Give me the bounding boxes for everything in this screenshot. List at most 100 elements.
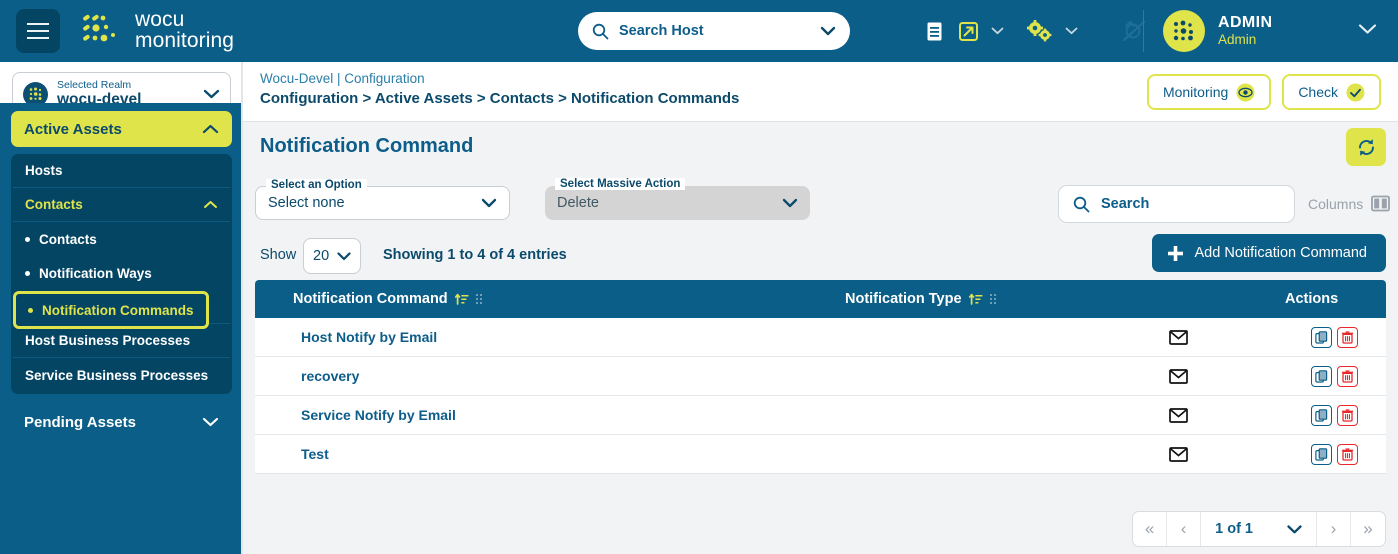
chevron-down-icon[interactable] — [820, 26, 836, 36]
select-massive-action-dropdown[interactable]: Select Massive Action Delete — [545, 178, 810, 220]
search-placeholder: Search — [1101, 196, 1150, 212]
delete-icon[interactable] — [1337, 326, 1358, 348]
copy-icon[interactable] — [1311, 443, 1332, 465]
bullet-icon — [25, 236, 30, 242]
user-name: ADMIN — [1218, 14, 1273, 32]
copy-icon[interactable] — [1311, 404, 1332, 426]
chevron-up-icon — [204, 201, 217, 208]
delete-icon[interactable] — [1337, 365, 1358, 387]
realm-chevron-down-icon[interactable] — [203, 89, 220, 99]
breadcrumb-actions: Monitoring Check — [1146, 74, 1381, 110]
cell-actions — [1275, 443, 1386, 465]
sidebar-item-service-business-processes[interactable]: Service Business Processes — [13, 358, 230, 392]
search-input[interactable]: Search — [1058, 185, 1295, 223]
column-drag-handle-icon[interactable] — [989, 294, 996, 304]
column-drag-handle-icon[interactable] — [475, 294, 482, 304]
hamburger-icon[interactable] — [16, 9, 60, 53]
plus-icon — [1167, 245, 1183, 261]
sidebar-group-active-assets-label: Active Assets — [24, 120, 122, 138]
pagination-prev-button[interactable]: ‹ — [1167, 512, 1202, 546]
search-host-input[interactable]: Search Host — [578, 12, 850, 50]
sidebar-item-host-business-processes[interactable]: Host Business Processes — [13, 324, 230, 358]
table-header-row: Notification Command Notification Type A… — [255, 280, 1386, 318]
cell-actions — [1275, 404, 1386, 426]
copy-icon[interactable] — [1311, 326, 1332, 348]
table-row[interactable]: Service Notify by Email — [255, 396, 1386, 435]
sidebar-item-contacts-group[interactable]: Contacts — [13, 188, 230, 222]
page-header: Notification Command — [243, 122, 1398, 178]
cell-notification-type — [845, 446, 1275, 462]
cell-notification-command[interactable]: Service Notify by Email — [255, 407, 845, 423]
sidebar-item-service-business-processes-label: Service Business Processes — [25, 367, 209, 383]
pagination-page-dropdown[interactable]: 1 of 1 — [1201, 512, 1317, 546]
sort-icon[interactable] — [968, 293, 983, 306]
brand-line-2: monitoring — [135, 29, 235, 52]
check-button[interactable]: Check — [1282, 74, 1381, 110]
eye-icon — [1236, 83, 1255, 101]
gears-icon[interactable] — [1020, 14, 1058, 48]
filter-bar: Select an Option Select none Select Mass… — [243, 178, 1398, 234]
cell-notification-type — [845, 368, 1275, 384]
sort-icon[interactable] — [454, 293, 469, 306]
page-size-dropdown[interactable]: 20 — [303, 238, 361, 274]
sidebar-item-hosts[interactable]: Hosts — [13, 154, 230, 188]
table-row[interactable]: recovery — [255, 357, 1386, 396]
add-notification-command-button[interactable]: Add Notification Command — [1151, 234, 1386, 272]
wocu-logo-icon — [83, 14, 115, 42]
envelope-icon — [1169, 407, 1188, 423]
gears-chevron-down-icon[interactable] — [1065, 27, 1078, 35]
check-button-label: Check — [1298, 84, 1338, 100]
cell-notification-command[interactable]: Test — [255, 446, 845, 462]
sidebar-item-notification-commands[interactable]: Notification Commands — [13, 291, 209, 329]
copy-icon[interactable] — [1311, 365, 1332, 387]
table-row[interactable]: Test — [255, 435, 1386, 474]
cell-notification-command[interactable]: recovery — [255, 368, 845, 384]
column-header-notification-command[interactable]: Notification Command — [255, 291, 845, 307]
user-chevron-down-icon[interactable] — [1358, 22, 1377, 40]
select-option-dropdown[interactable]: Select an Option Select none — [255, 179, 510, 220]
external-link-icon[interactable] — [953, 15, 984, 48]
document-icon[interactable] — [920, 15, 949, 48]
monitoring-button[interactable]: Monitoring — [1146, 74, 1272, 110]
sidebar-item-hosts-label: Hosts — [25, 163, 63, 178]
sidebar-item-contacts-group-label: Contacts — [25, 197, 83, 212]
delete-icon[interactable] — [1337, 404, 1358, 426]
column-header-actions: Actions — [1285, 291, 1339, 307]
columns-icon — [1371, 195, 1391, 212]
realm-label: Selected Realm — [57, 78, 132, 91]
bullet-icon — [25, 270, 30, 276]
refresh-icon[interactable] — [1346, 128, 1386, 166]
cell-notification-type — [845, 407, 1275, 423]
select-option-value: Select none — [268, 195, 345, 211]
brand-logo: wocu monitoring — [82, 10, 234, 51]
select-massive-action-value: Delete — [557, 195, 599, 211]
chevron-down-icon — [481, 198, 497, 208]
brand-line-1: wocu — [135, 8, 185, 32]
cell-notification-command[interactable]: Host Notify by Email — [255, 329, 845, 345]
sidebar-group-active-assets[interactable]: Active Assets — [11, 111, 232, 147]
page-title: Notification Command — [260, 135, 474, 157]
pagination-next-button[interactable]: › — [1317, 512, 1351, 546]
column-header-notification-type[interactable]: Notification Type — [845, 291, 1275, 307]
show-label: Show — [260, 247, 297, 263]
delete-icon[interactable] — [1337, 443, 1358, 465]
user-menu[interactable]: ADMIN Admin — [1163, 0, 1272, 62]
external-link-chevron-down-icon[interactable] — [991, 27, 1004, 35]
table-row[interactable]: Host Notify by Email — [255, 318, 1386, 357]
envelope-icon — [1169, 446, 1188, 462]
sidebar-item-notification-ways[interactable]: Notification Ways — [13, 256, 230, 290]
columns-label: Columns — [1308, 195, 1364, 212]
pagination-last-button[interactable]: » — [1351, 512, 1385, 546]
envelope-icon — [1169, 368, 1188, 384]
check-circle-icon — [1346, 83, 1365, 101]
table-toolbar: Show 20 Showing 1 to 4 of 4 entries Add … — [243, 234, 1398, 280]
satellite-off-icon[interactable] — [1116, 13, 1152, 49]
sidebar-group-pending-assets[interactable]: Pending Assets — [11, 404, 232, 440]
search-host-placeholder: Search Host — [619, 23, 704, 39]
sidebar-item-contacts[interactable]: Contacts — [13, 222, 230, 256]
chevron-down-icon — [337, 251, 351, 260]
columns-toggle[interactable]: Columns — [1308, 195, 1391, 212]
showing-entries-text: Showing 1 to 4 of 4 entries — [383, 247, 567, 263]
pagination-first-button[interactable]: « — [1133, 512, 1168, 546]
pagination: « ‹ 1 of 1 › » — [1132, 511, 1386, 547]
